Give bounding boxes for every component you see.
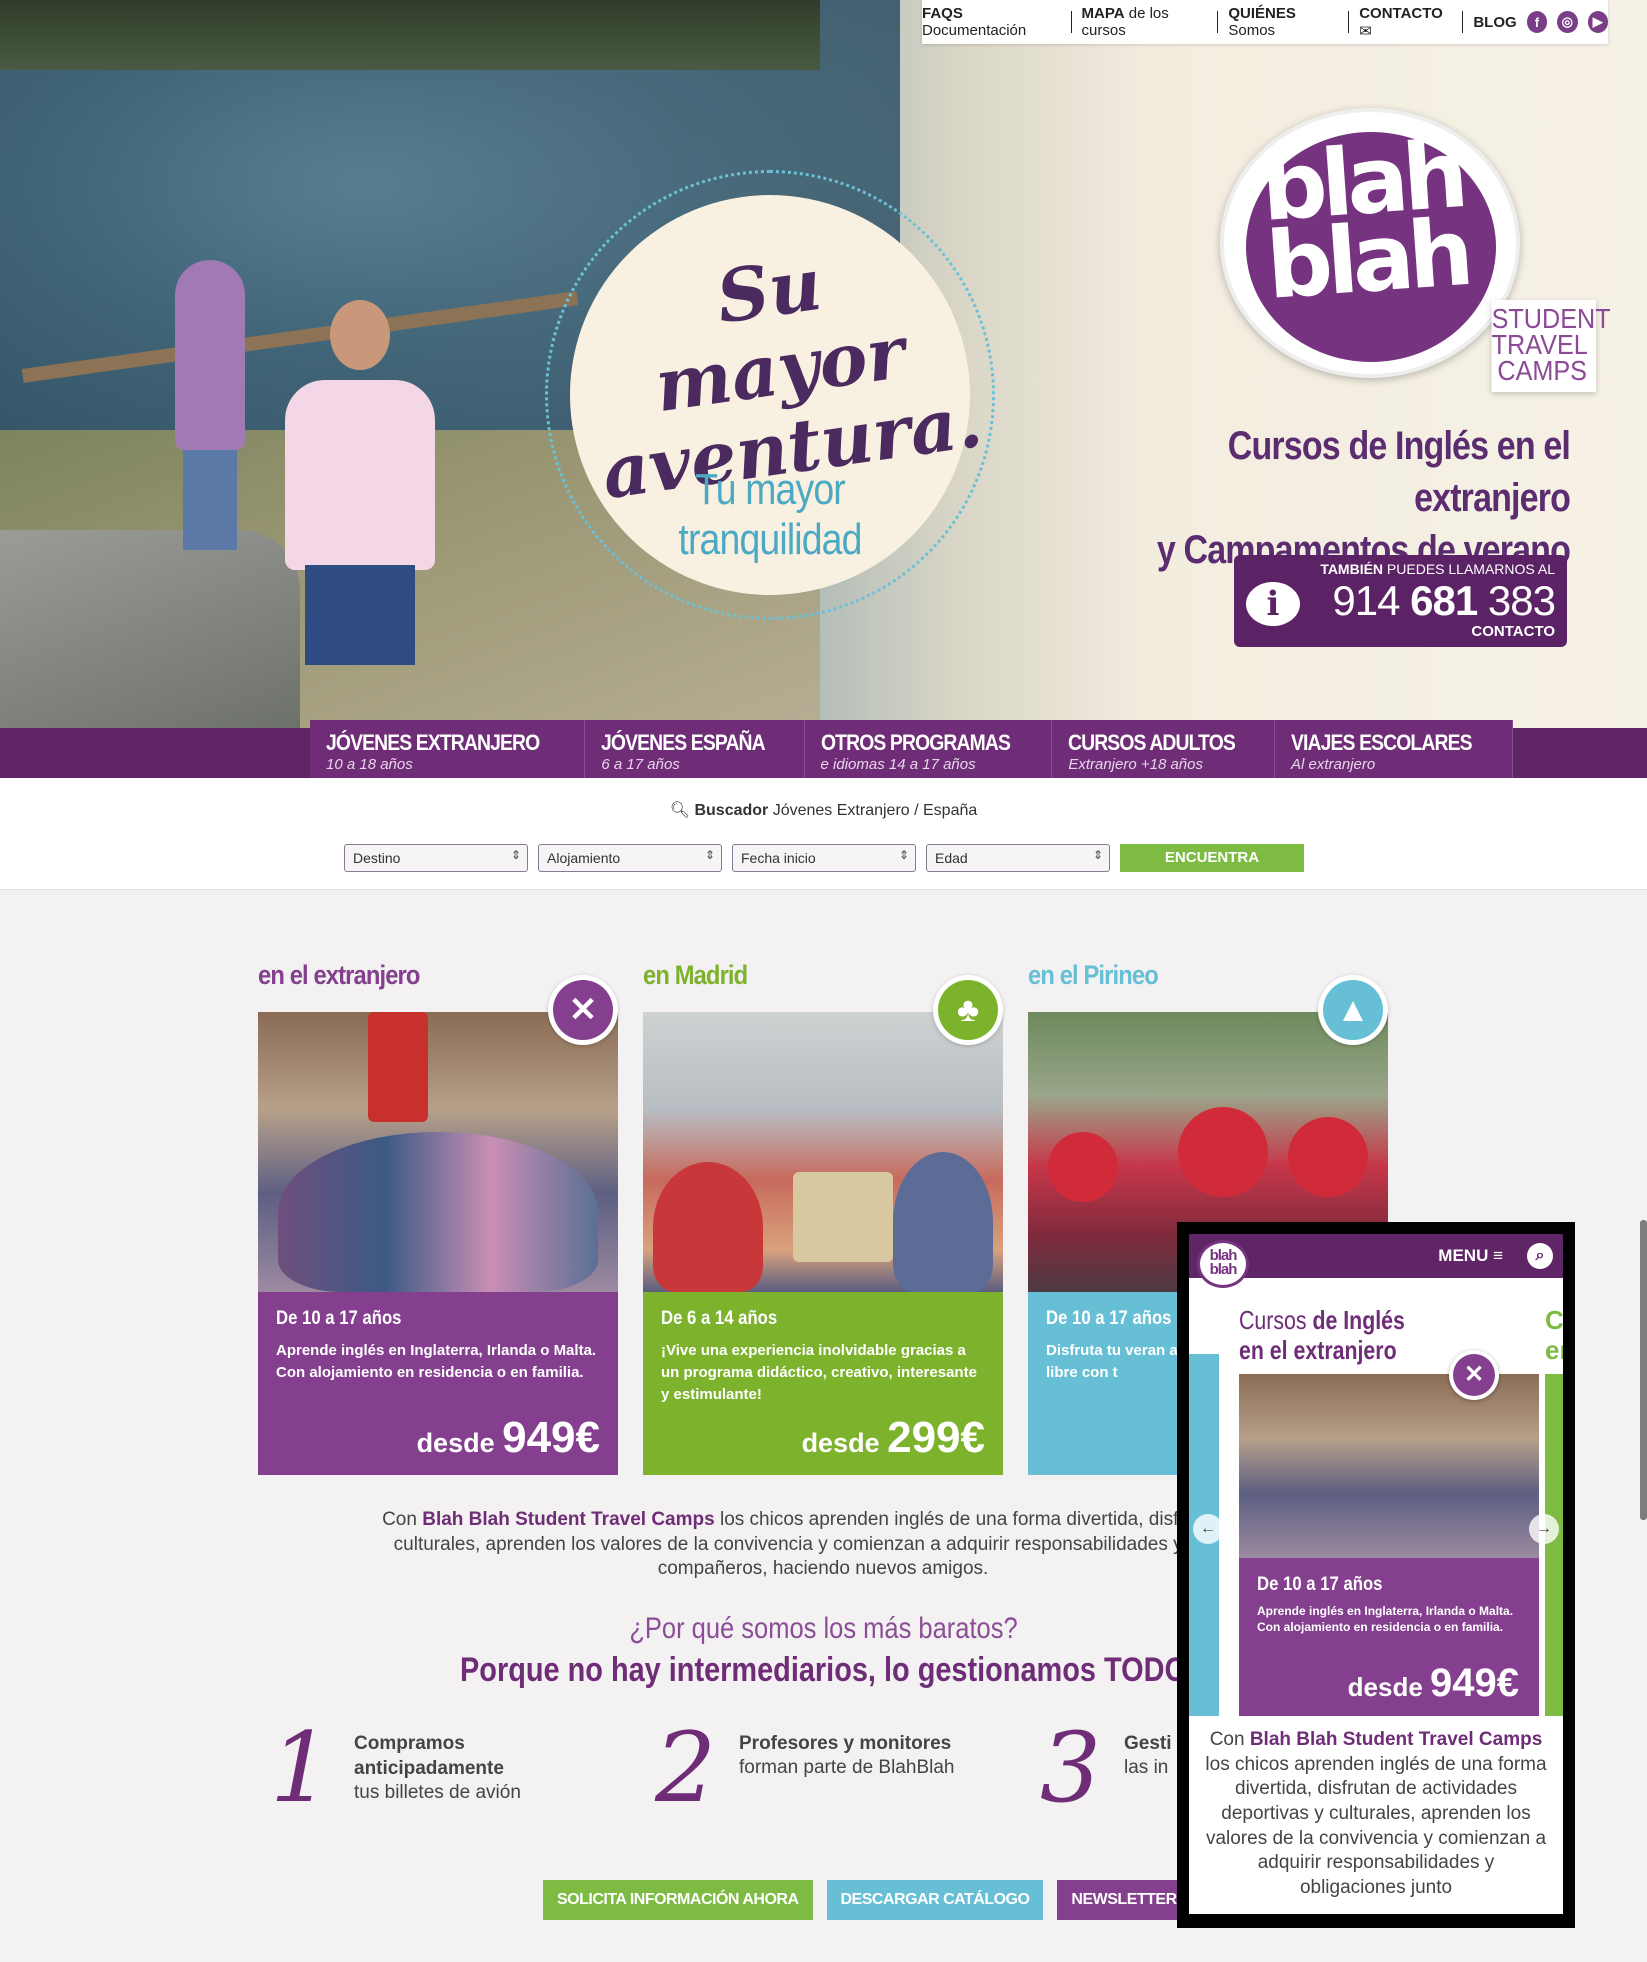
abroad-icon: ✕: [548, 975, 618, 1045]
mobile-abroad-icon: ✕: [1449, 1350, 1499, 1400]
mobile-screen: blah blah MENU ≡ ⌕ Cursos de Inglés en e…: [1189, 1234, 1563, 1914]
nav-divider: [1462, 11, 1464, 33]
card-extranjero[interactable]: en el extranjero ✕ De 10 a 17 años Apren…: [258, 960, 618, 1475]
tab-jovenes-extranjero[interactable]: JÓVENES EXTRANJERO 10 a 18 años: [310, 720, 586, 778]
tab-jovenes-espana[interactable]: JÓVENES ESPAÑA 6 a 17 años: [585, 720, 805, 778]
search-section: 🔍︎ Buscador Jóvenes Extranjero / España …: [0, 778, 1647, 890]
top-utility-nav: FAQS Documentación MAPA de los cursos QU…: [922, 0, 1608, 44]
search-icon: 🔍︎: [669, 802, 691, 819]
carousel-prev-arrow-icon[interactable]: ←: [1193, 1514, 1223, 1544]
slogan-badge: Su mayor aventura. Tu mayor tranquilidad: [545, 170, 995, 620]
step-2: 2 Profesores y monitores forman parte de…: [655, 1712, 955, 1824]
carousel-next-arrow-icon[interactable]: →: [1529, 1514, 1559, 1544]
hero-forest-bg: [0, 0, 820, 70]
hero-child-figure: [175, 260, 245, 550]
slogan-sub: Tu mayor tranquilidad: [678, 465, 862, 564]
nav-divider: [1217, 11, 1219, 33]
destino-select[interactable]: Destino ⇕: [344, 844, 528, 872]
blahblah-logo[interactable]: blah blah: [1220, 108, 1520, 378]
cta-buttons: SOLICITA INFORMACIÓN AHORA DESCARGAR CAT…: [543, 1880, 1191, 1920]
select-arrows-icon: ⇕: [704, 848, 715, 862]
mobile-card-panel: De 10 a 17 años Aprende inglés en Inglat…: [1239, 1558, 1539, 1716]
card-photo-classroom: [643, 1012, 1003, 1292]
card-price: desde 299€: [801, 1413, 985, 1462]
phone-number: 914 681 383: [1332, 577, 1556, 624]
tab-otros-programas[interactable]: OTROS PROGRAMAS e idiomas 14 a 17 años: [804, 720, 1053, 778]
mobile-card[interactable]: De 10 a 17 años Aprende inglés en Inglat…: [1239, 1374, 1539, 1716]
select-arrows-icon: ⇕: [898, 848, 909, 862]
card-heading: en el extranjero: [258, 960, 420, 990]
card-heading: en el Pirineo: [1028, 960, 1159, 990]
encuentra-button[interactable]: ENCUENTRA: [1120, 844, 1304, 872]
mobile-intro-text: Con Blah Blah Student Travel Camps los c…: [1205, 1729, 1547, 1899]
mobile-menu-button[interactable]: MENU ≡: [1438, 1246, 1503, 1266]
page-scrollbar[interactable]: [1640, 1220, 1647, 1520]
youtube-icon[interactable]: ▶: [1587, 11, 1608, 33]
tab-viajes-escolares[interactable]: VIAJES ESCOLARES Al extranjero: [1275, 720, 1514, 778]
envelope-icon: ✉: [1359, 22, 1372, 40]
mobile-next-card-peek: Ca en: [1545, 1305, 1563, 1365]
select-arrows-icon: ⇕: [510, 848, 521, 862]
card-panel: De 6 a 14 años ¡Vive una experiencia ino…: [643, 1292, 1003, 1475]
tree-icon: ♣: [933, 975, 1003, 1045]
download-catalog-button[interactable]: DESCARGAR CATÁLOGO: [826, 1880, 1044, 1920]
nav-divider: [1070, 11, 1072, 33]
alojamiento-select[interactable]: Alojamiento ⇕: [538, 844, 722, 872]
phone-contact-box[interactable]: i TAMBIÉN PUEDES LLAMARNOS AL 914 681 38…: [1234, 555, 1567, 647]
request-info-button[interactable]: SOLICITA INFORMACIÓN AHORA: [543, 1880, 813, 1920]
search-title: 🔍︎ Buscador Jóvenes Extranjero / España: [669, 802, 978, 819]
mobile-preview-frame: blah blah MENU ≡ ⌕ Cursos de Inglés en e…: [1177, 1222, 1575, 1928]
main-nav-bar: JÓVENES EXTRANJERO 10 a 18 años JÓVENES E…: [0, 720, 1647, 778]
edad-select[interactable]: Edad ⇕: [926, 844, 1110, 872]
card-photo-group: [258, 1012, 618, 1292]
nav-blog-link[interactable]: BLOG: [1473, 14, 1516, 31]
hero-teen-figure: [285, 300, 435, 665]
card-panel: De 10 a 17 años Aprende inglés en Inglat…: [258, 1292, 618, 1475]
mobile-card-heading: Cursos de Inglés en el extranjero: [1239, 1305, 1405, 1365]
phone-label: TAMBIÉN PUEDES LLAMARNOS AL: [1320, 561, 1555, 577]
nav-about-link[interactable]: QUIÉNES Somos: [1228, 5, 1338, 39]
mobile-logo[interactable]: blah blah: [1197, 1240, 1249, 1288]
card-price: desde 949€: [416, 1413, 600, 1462]
facebook-icon[interactable]: f: [1526, 11, 1548, 33]
hero-rocks: [0, 530, 300, 728]
logo-tagline: STUDENT TRAVEL CAMPS: [1491, 300, 1611, 392]
mobile-next-card-edge: [1545, 1374, 1563, 1716]
tab-cursos-adultos[interactable]: CURSOS ADULTOS Extranjero +18 años: [1052, 720, 1276, 778]
nav-contact-link[interactable]: CONTACTO ✉: [1359, 5, 1452, 40]
fecha-inicio-select[interactable]: Fecha inicio ⇕: [732, 844, 916, 872]
nav-faqs-link[interactable]: FAQS Documentación: [922, 5, 1061, 39]
card-heading: en Madrid: [643, 960, 748, 990]
newsletter-button[interactable]: NEWSLETTER: [1057, 1880, 1191, 1920]
phone-contact-label: CONTACTO: [1471, 623, 1555, 640]
card-madrid[interactable]: en Madrid ♣ De 6 a 14 años ¡Vive una exp…: [643, 960, 1003, 1475]
info-icon: i: [1246, 582, 1300, 626]
mountain-icon: ▲: [1318, 975, 1388, 1045]
hero-headline: Cursos de Inglés en el extranjero y Camp…: [1156, 424, 1571, 572]
step-1: 1 Compramos anticipadamente tus billetes…: [270, 1712, 521, 1824]
mobile-search-icon[interactable]: ⌕: [1527, 1243, 1553, 1269]
hero-banner: Su mayor aventura. Tu mayor tranquilidad…: [0, 0, 1647, 728]
select-arrows-icon: ⇕: [1092, 848, 1103, 862]
nav-map-link[interactable]: MAPA de los cursos: [1082, 5, 1208, 39]
instagram-icon[interactable]: ◎: [1557, 11, 1578, 33]
nav-divider: [1348, 11, 1350, 33]
mobile-card-photo: [1239, 1374, 1539, 1558]
